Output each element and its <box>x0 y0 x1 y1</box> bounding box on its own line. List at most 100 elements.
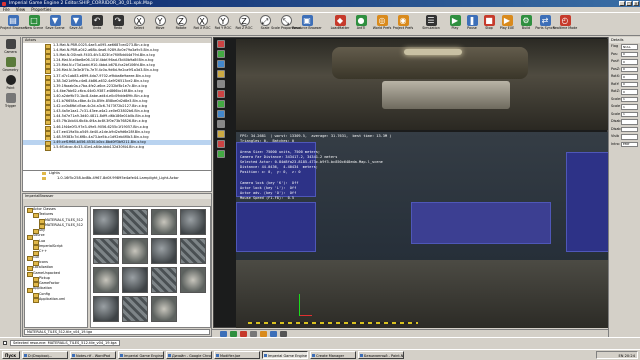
toolbar-button-0[interactable]: ▤ Project Browser <box>0 14 26 35</box>
close-button[interactable]: × <box>633 1 639 6</box>
maximize-button[interactable]: □ <box>626 1 632 6</box>
thumbnail[interactable] <box>180 267 206 293</box>
property-input[interactable] <box>621 74 638 80</box>
property-label: Intro: <box>611 141 621 146</box>
thumbnail[interactable] <box>151 296 177 322</box>
view-tool-icon[interactable] <box>217 130 225 138</box>
toolbar-button-25[interactable]: ⇄ Ports Synch <box>535 14 555 35</box>
taskbar-item[interactable]: Modifier.Joe <box>214 351 260 359</box>
trigger-tool[interactable]: Trigger <box>1 93 20 109</box>
browser-header: ImperialBrowser <box>23 194 211 199</box>
tree-node-lamplight[interactable]: 1.0.16f5c258-bd8b-4967-8d0f-99895e4afe44… <box>23 176 211 181</box>
view-tool-icon[interactable] <box>217 140 225 148</box>
start-button[interactable]: Пуск <box>2 351 20 359</box>
thumbnail[interactable] <box>122 238 148 264</box>
view-tool-icon[interactable] <box>217 110 225 118</box>
property-input[interactable] <box>621 59 638 65</box>
view-tool-icon[interactable] <box>217 100 225 108</box>
property-input[interactable] <box>621 126 638 132</box>
thumbnail[interactable] <box>93 238 119 264</box>
toolbar-button-6[interactable]: X Select <box>129 14 149 35</box>
preview-viewport[interactable] <box>236 39 609 130</box>
taskbar-item[interactable]: Create Manager <box>310 351 356 359</box>
view-tool-icon[interactable] <box>217 50 225 58</box>
folder-tree: Actor Classes Textures MATERIALS_TILES_512… <box>24 206 88 328</box>
toolbar-button-23[interactable]: ▶ Play EXE <box>497 14 517 35</box>
property-input[interactable] <box>621 51 638 57</box>
view-tool-icon[interactable] <box>217 150 225 158</box>
toolbar-button-16[interactable]: ● AntTI <box>351 14 371 35</box>
toolbar-button-3[interactable]: ▼ Save All <box>66 14 86 35</box>
toolbar-button-8[interactable]: Z Rotate <box>171 14 191 35</box>
wall-panel <box>411 202 551 244</box>
view-tool-icon[interactable] <box>217 90 225 98</box>
thumbnail[interactable] <box>122 267 148 293</box>
property-input[interactable] <box>621 119 638 125</box>
toolbar-button-14[interactable]: ▣ Resource Browser <box>292 14 322 35</box>
tree-node[interactable]: 1.5.6f1dcac-6c33-41e4-a84e-bbb132d30f44.… <box>23 145 211 151</box>
toolbar-button-5[interactable]: ↷ Redo <box>108 14 128 35</box>
gizmo-axis-y[interactable] <box>299 294 300 316</box>
property-input[interactable] <box>621 44 638 50</box>
main-viewport[interactable]: FPS: 34.2681 ( worst: 13309.5, average: … <box>236 132 609 328</box>
toolbar-button-7[interactable]: Y Move <box>150 14 170 35</box>
wall-panel <box>236 202 316 252</box>
view-tool-icon[interactable] <box>217 40 225 48</box>
property-input[interactable] <box>621 96 638 102</box>
toolbar-button-1[interactable]: □ New Scene <box>24 14 44 35</box>
taskbar-item[interactable]: D:\Dropbox\... <box>22 351 68 359</box>
gizmo-axis-x[interactable] <box>300 315 312 316</box>
geometry-tool[interactable]: Geometry <box>1 57 20 73</box>
toolbar-button-4[interactable]: ↶ Undo <box>87 14 107 35</box>
thumbnail[interactable] <box>151 238 177 264</box>
thumbnail[interactable] <box>93 209 119 235</box>
taskbar-item[interactable]: Imperial Game Engine... <box>262 351 308 359</box>
point-tool[interactable]: Point <box>1 75 20 91</box>
taskbar-item[interactable]: Imperial Game Engine_5... <box>118 351 164 359</box>
thumbnail[interactable] <box>180 238 206 264</box>
toolbar-button-9[interactable]: X Rot X ROC <box>192 14 212 35</box>
toolbar-button-22[interactable]: ■ Stop <box>479 14 499 35</box>
toolbar-button-11[interactable]: Z Rot Z ROC <box>234 14 254 35</box>
property-label: Disab <box>611 119 621 123</box>
toolbar-button-12[interactable]: ⤢ Scale <box>255 14 275 35</box>
toolbar-button-13[interactable]: ⤡ Scale Proportional <box>271 14 301 35</box>
toolbar-button-17[interactable]: ◎ World Prefs <box>372 14 392 35</box>
property-input[interactable] <box>621 81 638 87</box>
play-icon: ▶ <box>449 15 461 26</box>
taskbar-item[interactable]: Безымянный - Paint.NET <box>358 351 404 359</box>
toolbar-button-2[interactable]: ▼ Save Scene <box>45 14 65 35</box>
taskbar-item[interactable]: Notes.rtf - WordPad <box>70 351 116 359</box>
view-tool-icon[interactable] <box>217 120 225 128</box>
property-input[interactable] <box>621 89 638 95</box>
thumbnail[interactable] <box>151 209 177 235</box>
viewport-area[interactable]: FPS: 34.2681 ( worst: 13309.5, average: … <box>213 37 609 328</box>
property-input[interactable] <box>621 141 638 147</box>
view-tool-icon[interactable] <box>217 80 225 88</box>
toolbar-button-26[interactable]: ◴ Realtime Mode <box>553 14 577 35</box>
toolbar-button-15[interactable]: ◆ LoadMatter <box>330 14 350 35</box>
thumbnail[interactable] <box>93 267 119 293</box>
toolbar-button-24[interactable]: ⚙ Build <box>516 14 536 35</box>
view-tool-icon[interactable] <box>217 60 225 68</box>
property-input[interactable] <box>621 104 638 110</box>
property-input[interactable] <box>621 66 638 72</box>
toolbar-button-18[interactable]: ◉ Project Prefs <box>393 14 413 35</box>
thumbnail[interactable] <box>180 209 206 235</box>
camera-tool[interactable]: Camera <box>1 39 20 55</box>
thumbnail[interactable] <box>151 267 177 293</box>
prefs-icon: ◉ <box>397 15 409 26</box>
toolbar-button-19[interactable]: ☰ Simulation <box>421 14 441 35</box>
minimize-button[interactable]: _ <box>619 1 625 6</box>
thumbnail[interactable] <box>93 296 119 322</box>
thumbnail[interactable] <box>122 209 148 235</box>
property-input[interactable] <box>621 134 638 140</box>
thumbnail[interactable] <box>122 296 148 322</box>
taskbar-item[interactable]: Дизайн - Google Chrome <box>166 351 212 359</box>
view-tool-icon[interactable] <box>217 70 225 78</box>
toolbar-button-10[interactable]: Y Rot Y ROC <box>213 14 233 35</box>
folder-item[interactable]: Application.xml <box>25 297 87 304</box>
property-label: Flag <box>611 44 619 48</box>
checkbox[interactable] <box>3 340 7 345</box>
property-input[interactable] <box>621 111 638 117</box>
